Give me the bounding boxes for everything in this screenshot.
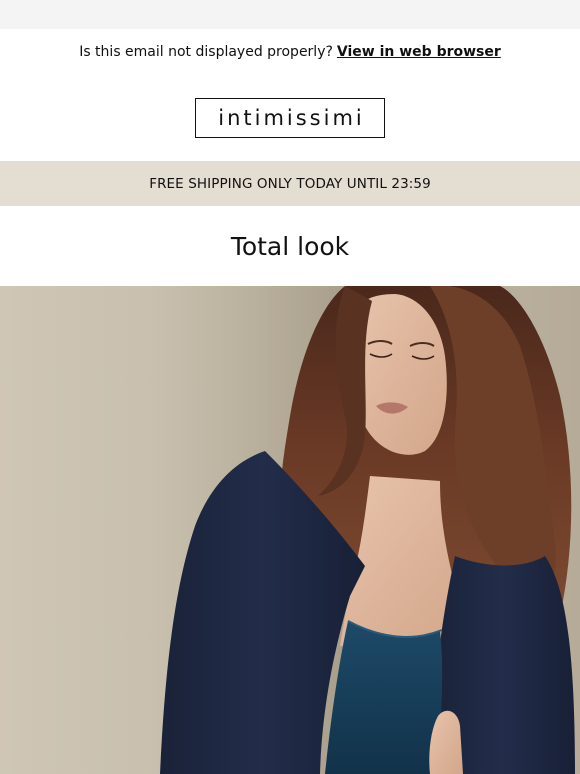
free-shipping-text: FREE SHIPPING ONLY TODAY UNTIL 23:59 [149,175,431,192]
section-title: Total look [0,206,580,286]
preheader-text: Is this email not displayed properly? [79,43,333,60]
hero-image[interactable] [0,286,580,774]
brand-logo-text: intimissimi [218,105,365,130]
free-shipping-banner[interactable]: FREE SHIPPING ONLY TODAY UNTIL 23:59 [0,161,580,206]
brand-logo[interactable]: intimissimi [195,97,385,138]
header: intimissimi [0,74,580,161]
hero-photo-illustration [0,286,580,774]
preheader: Is this email not displayed properly? Vi… [0,29,580,74]
view-in-browser-link[interactable]: View in web browser [337,44,501,60]
section-title-text: Total look [230,231,350,261]
email-top-strip [0,0,580,29]
